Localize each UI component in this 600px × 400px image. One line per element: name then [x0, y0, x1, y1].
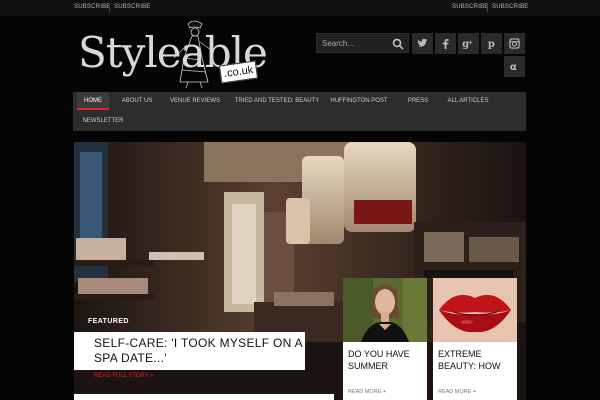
top-bar: SUBSCRIBE SUBSCRIBE SUBSCRIBE SUBSCRIBE — [0, 0, 600, 16]
logo-domain: .co.uk — [218, 60, 259, 84]
search-box — [316, 33, 409, 53]
google-plus-icon[interactable]: g + — [458, 33, 479, 54]
article-card[interactable]: DO YOU HAVE SUMMER READ MORE + — [343, 278, 427, 400]
article-title[interactable]: DO YOU HAVE SUMMER — [348, 348, 424, 372]
twitter-icon[interactable] — [412, 33, 433, 54]
read-more-link[interactable]: READ MORE + — [438, 389, 476, 395]
read-full-story-link[interactable]: READ FULL STORY » — [94, 373, 154, 379]
plus-icon: + — [472, 389, 477, 395]
nav-item-home[interactable]: HOME — [77, 92, 109, 110]
nav-item-huffington-post[interactable]: HUFFINGTON POST — [327, 92, 391, 110]
svg-text:+: + — [469, 39, 473, 46]
subscribe-link[interactable]: SUBSCRIBE — [452, 4, 488, 10]
instagram-icon[interactable] — [504, 33, 525, 54]
featured-label: FEATURED — [88, 318, 129, 325]
subscribe-link[interactable]: SUBSCRIBE — [492, 4, 528, 10]
subscribe-link[interactable]: SUBSCRIBE — [74, 4, 110, 10]
facebook-icon[interactable] — [435, 33, 456, 54]
nav-item-tried-and-tested-beauty[interactable]: TRIED AND TESTED: BEAUTY — [233, 92, 321, 110]
read-more-link[interactable]: READ MORE + — [348, 389, 386, 395]
nav-item-about-us[interactable]: ABOUT US — [115, 92, 159, 110]
article-card-body: EXTREME BEAUTY: HOW READ MORE + — [433, 342, 517, 400]
svg-text:α: α — [510, 62, 517, 72]
divider — [109, 3, 110, 12]
search-input[interactable] — [322, 37, 392, 50]
article-thumbnail[interactable] — [433, 278, 517, 342]
pinterest-icon[interactable]: p — [481, 33, 502, 54]
search-icon[interactable] — [392, 38, 404, 50]
article-thumbnail[interactable] — [343, 278, 427, 342]
subscribe-link[interactable]: SUBSCRIBE — [114, 4, 150, 10]
nav-item-newsletter[interactable]: NEWSLETTER — [79, 112, 127, 130]
divider — [487, 3, 488, 12]
content-strip — [74, 394, 334, 400]
site-logo[interactable]: Styleable .co.uk — [78, 18, 268, 88]
article-card-body: DO YOU HAVE SUMMER READ MORE + — [343, 342, 427, 400]
featured-title[interactable]: SELF-CARE: 'I TOOK MYSELF ON A SPA DATE.… — [94, 336, 304, 366]
plus-icon: + — [382, 389, 387, 395]
main-nav: HOME ABOUT US VENUE REVIEWS TRIED AND TE… — [73, 92, 526, 131]
svg-text:p: p — [488, 39, 495, 49]
nav-item-venue-reviews[interactable]: VENUE REVIEWS — [165, 92, 225, 110]
alpha-icon[interactable]: α — [504, 56, 525, 77]
article-title[interactable]: EXTREME BEAUTY: HOW — [438, 348, 514, 372]
nav-item-all-articles[interactable]: ALL ARTICLES — [443, 92, 493, 110]
nav-item-press[interactable]: PRESS — [403, 92, 433, 110]
featured-title-box[interactable]: SELF-CARE: 'I TOOK MYSELF ON A SPA DATE.… — [74, 332, 305, 370]
article-card[interactable]: EXTREME BEAUTY: HOW READ MORE + — [433, 278, 517, 400]
